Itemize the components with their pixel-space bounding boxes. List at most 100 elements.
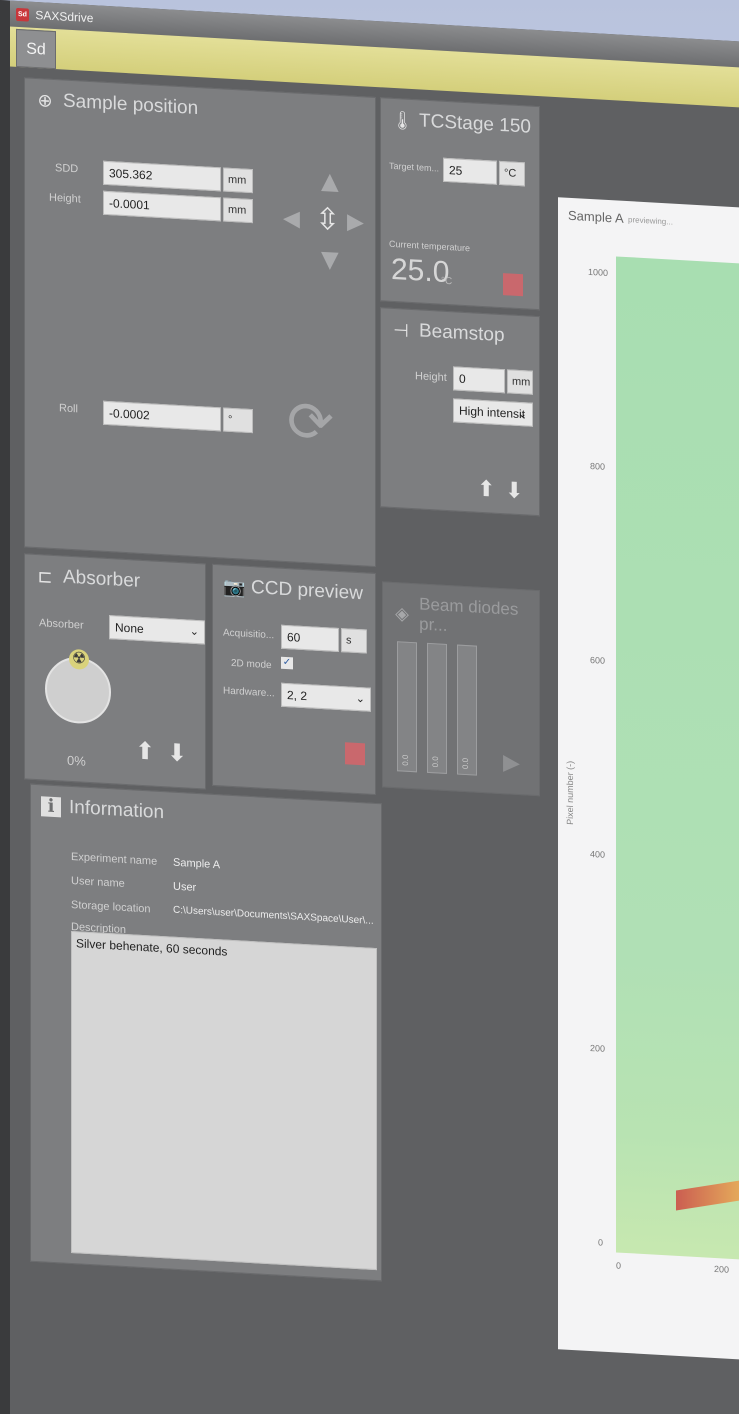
x-tick: 200 — [714, 1263, 730, 1275]
thermometer-icon: 🌡 — [391, 109, 414, 132]
target-temp-label: Target tem... — [389, 160, 440, 174]
beam-diodes-title: ◈ Beam diodes pr... — [393, 593, 539, 641]
height-input[interactable]: -0.0001 — [103, 190, 221, 222]
panel-title-text: CCD preview — [251, 577, 363, 605]
height-label: Height — [49, 191, 81, 206]
current-temp-label: Current temperature — [389, 238, 471, 254]
beam-diodes-panel: ◈ Beam diodes pr... 0.0 0.0 0.0 ▶ — [382, 581, 540, 797]
scattering-ring — [676, 1171, 739, 1211]
information-panel: i Information Experiment name Sample A U… — [30, 783, 382, 1282]
y-tick: 1000 — [588, 266, 609, 278]
ccd-preview-title: 📷 CCD preview — [223, 575, 363, 605]
y-tick: 800 — [590, 460, 606, 472]
monitor-screen: Sd SAXSdrive Sd ⊕ Sample position SDD 30… — [0, 0, 739, 1414]
roll-unit: ° — [223, 407, 253, 434]
absorber-percent: 0% — [67, 752, 86, 769]
information-title: i Information — [41, 795, 164, 824]
height-unit: mm — [223, 197, 253, 224]
y-tick: 600 — [590, 654, 606, 666]
panel-title-text: Sample position — [63, 90, 199, 120]
storage-location-label: Storage location — [71, 898, 151, 916]
move-center-icon[interactable]: ⇳ — [315, 203, 340, 237]
experiment-name-label: Experiment name — [71, 850, 158, 868]
preview-plot[interactable]: Sample A previewing... Pixel number (-) … — [558, 197, 739, 1361]
beamstop-mode-value: High intensit — [459, 403, 526, 422]
experiment-name-value[interactable]: Sample A — [173, 857, 220, 872]
absorber-panel: ⊏ Absorber Absorber None ⌄ ☢ 0% ⬆ ⬇ — [24, 553, 206, 790]
panel-title-text: Beam diodes pr... — [419, 594, 519, 636]
ccd-stop-indicator[interactable] — [345, 742, 365, 766]
beamstop-down-icon[interactable]: ⬇ — [505, 475, 523, 506]
x-tick: 0 — [616, 1260, 622, 1271]
hardware-value: 2, 2 — [287, 688, 308, 704]
crosshair-icon: ⊕ — [37, 90, 53, 111]
absorber-icon: ⊏ — [37, 566, 53, 587]
info-icon: i — [41, 796, 61, 818]
rotate-icon[interactable]: ⟳ — [287, 389, 334, 455]
plot-title: Sample A — [568, 207, 624, 226]
roll-label: Roll — [59, 402, 78, 416]
radiation-icon: ☢ — [69, 648, 89, 670]
panel-title-text: Information — [69, 796, 165, 824]
panel-title-text: TCStage 150 — [419, 110, 531, 138]
move-right-icon[interactable]: ▶ — [347, 206, 364, 237]
absorber-label: Absorber — [39, 617, 84, 632]
absorber-select[interactable]: None ⌄ — [109, 615, 205, 645]
tcstage-panel: 🌡 TCStage 150 Target tem... 25 °C Curren… — [380, 97, 540, 311]
acquisition-input[interactable]: 60 — [281, 624, 339, 652]
absorber-up-icon[interactable]: ⬆ — [135, 737, 155, 768]
2d-mode-checkbox[interactable]: ✓ — [281, 656, 293, 670]
hardware-label: Hardware... — [223, 685, 275, 700]
move-down-icon[interactable]: ▼ — [315, 243, 345, 278]
beamstop-icon: ⊣ — [393, 319, 409, 341]
sdd-input[interactable]: 305.362 — [103, 160, 221, 192]
target-temp-input[interactable]: 25 — [443, 157, 497, 185]
2d-mode-label: 2D mode — [231, 657, 272, 672]
storage-location-value[interactable]: C:\Users\user\Documents\SAXSpace\User\..… — [173, 905, 374, 927]
acquisition-unit: s — [341, 628, 367, 654]
diode-value: 0.0 — [401, 754, 411, 766]
roll-input[interactable]: -0.0002 — [103, 400, 221, 432]
target-temp-unit: °C — [499, 160, 525, 187]
ccd-preview-panel: 📷 CCD preview Acquisitio... 60 s 2D mode… — [212, 563, 376, 796]
heater-status-indicator[interactable] — [503, 273, 523, 297]
user-name-label: User name — [71, 874, 125, 890]
move-up-icon[interactable]: ▲ — [315, 165, 345, 200]
detector-heatmap[interactable] — [616, 256, 739, 1262]
beamstop-title: ⊣ Beamstop — [391, 319, 504, 347]
beamstop-mode-select[interactable]: High intensit ⌄ — [453, 398, 533, 427]
beamstop-height-label: Height — [415, 370, 447, 384]
y-tick: 400 — [590, 848, 606, 860]
hardware-select[interactable]: 2, 2 ⌄ — [281, 682, 371, 712]
user-name-value[interactable]: User — [173, 881, 196, 894]
plot-ylabel: Pixel number (-) — [565, 760, 576, 826]
chevron-down-icon: ⌄ — [517, 407, 527, 421]
sdd-label: SDD — [55, 162, 79, 176]
sample-position-panel: ⊕ Sample position SDD 305.362 mm Height … — [24, 77, 376, 568]
current-temp-unit: °C — [441, 275, 453, 288]
plot-status: previewing... — [628, 215, 673, 227]
diode-bar: 0.0 — [397, 641, 417, 773]
beamstop-height-unit: mm — [507, 369, 533, 395]
beamstop-height-input[interactable]: 0 — [453, 366, 505, 394]
app-menu-button[interactable]: Sd — [16, 28, 56, 70]
chevron-down-icon: ⌄ — [189, 625, 199, 639]
absorber-title: ⊏ Absorber — [35, 565, 140, 593]
move-left-icon[interactable]: ◀ — [283, 203, 300, 234]
diode-icon: ◈ — [395, 603, 409, 624]
description-text: Silver behenate, 60 seconds — [76, 936, 228, 959]
beamstop-up-icon[interactable]: ⬆ — [477, 474, 495, 505]
description-textarea[interactable]: Silver behenate, 60 seconds — [71, 930, 377, 1271]
camera-icon: 📷 — [223, 576, 246, 598]
acquisition-label: Acquisitio... — [223, 627, 275, 642]
absorber-down-icon[interactable]: ⬇ — [167, 738, 187, 769]
app-icon: Sd — [16, 8, 29, 22]
tcstage-title: 🌡 TCStage 150 — [391, 109, 531, 139]
diode-bar: 0.0 — [457, 644, 477, 776]
y-tick: 0 — [598, 1237, 604, 1248]
window-title: SAXSdrive — [35, 7, 94, 26]
y-tick: 200 — [590, 1042, 606, 1054]
beamstop-panel: ⊣ Beamstop Height 0 mm High intensit ⌄ ⬆… — [380, 307, 540, 517]
diode-value: 0.0 — [461, 757, 471, 770]
play-icon[interactable]: ▶ — [503, 747, 520, 778]
